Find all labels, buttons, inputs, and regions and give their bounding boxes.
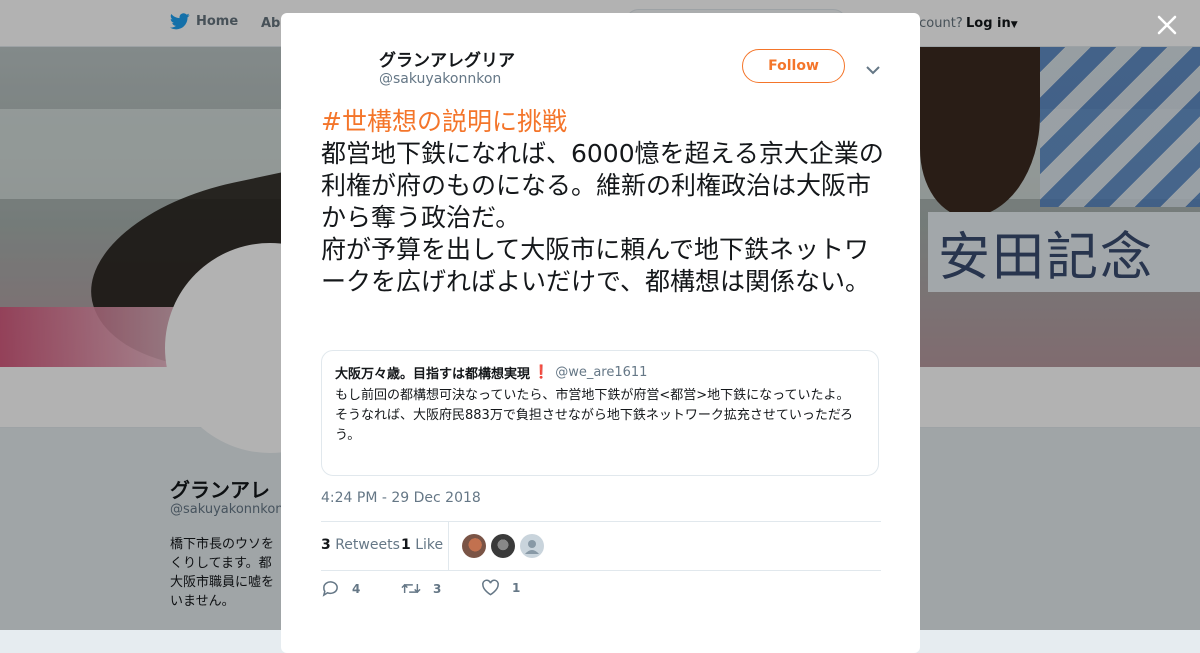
tweet-author-name[interactable]: グランアレグリア [379, 46, 515, 71]
tweet-stats: 3 Retweets 1 Like [321, 521, 881, 571]
quoted-tweet[interactable]: 大阪万々歳。目指すは都構想実現 ❗ @we_are1611 もし前回の都構想可決… [321, 350, 879, 476]
quoted-tweet-header: 大阪万々歳。目指すは都構想実現 ❗ @we_are1611 [335, 363, 865, 382]
tweet-modal: グランアレグリア @sakuyakonnkon Follow #世構想の説明に挑… [281, 13, 920, 653]
like-button[interactable]: 1 [481, 579, 520, 597]
reply-button[interactable]: 4 [321, 579, 360, 598]
chevron-down-icon[interactable] [865, 61, 881, 80]
quoted-tweet-text: もし前回の都構想可決なっていたら、市営地下鉄が府営<都営>地下鉄になっていたよ。… [335, 386, 865, 446]
default-avatar-icon [525, 540, 539, 554]
retweet-button[interactable]: 3 [401, 579, 441, 598]
quoted-tweet-line: もし前回の都構想可決なっていたら、市営地下鉄が府営<都営>地下鉄になっていたよ。 [335, 388, 850, 403]
stats-divider [448, 522, 449, 570]
tweet-paragraph: 都営地下鉄になれば、6000憶を超える京大企業の利権が府のものになる。維新の利権… [321, 139, 884, 232]
close-icon[interactable] [1154, 12, 1180, 38]
like-count: 1 [401, 537, 411, 553]
tweet-author-handle[interactable]: @sakuyakonnkon [379, 71, 501, 87]
retweet-count: 3 [321, 537, 331, 553]
tweet-paragraph: 府が予算を出して大阪市に頼んで地下鉄ネットワークを広げればよいだけで、都構想は関… [321, 235, 871, 296]
like-action-count: 1 [512, 581, 521, 595]
like-stat-label: Like [415, 537, 444, 553]
tweet-actions: 4 3 1 [321, 579, 621, 603]
follow-button[interactable]: Follow [742, 49, 845, 83]
quoted-author-name: 大阪万々歳。目指すは都構想実現 [335, 367, 531, 382]
retweet-icon [401, 583, 421, 594]
reply-icon [322, 581, 338, 597]
retweet-stat[interactable]: 3 Retweets [321, 537, 400, 553]
reply-count: 4 [352, 581, 361, 596]
liker-avatar[interactable] [520, 534, 544, 558]
exclamation-icon: ❗ [533, 365, 550, 380]
quoted-author-handle: @we_are1611 [555, 365, 648, 380]
heart-icon [482, 579, 499, 596]
tweet-text: #世構想の説明に挑戦 都営地下鉄になれば、6000憶を超える京大企業の利権が府の… [321, 106, 886, 298]
like-stat[interactable]: 1 Like [401, 537, 443, 553]
tweet-timestamp[interactable]: 4:24 PM - 29 Dec 2018 [321, 490, 481, 506]
liker-avatar[interactable] [462, 534, 486, 558]
retweet-stat-label: Retweets [335, 537, 400, 553]
liker-avatar[interactable] [491, 534, 515, 558]
quoted-tweet-line: そうなれば、大阪府民883万で負担させながら地下鉄ネットワーク拡充させていっただ… [335, 408, 854, 443]
retweet-action-count: 3 [433, 581, 442, 596]
hashtag-link[interactable]: #世構想の説明に挑戦 [321, 107, 567, 136]
